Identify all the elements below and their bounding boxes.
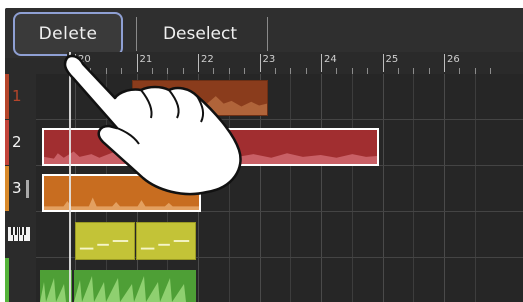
waveform (74, 276, 186, 302)
track-color-strip (5, 74, 9, 119)
grid-line (351, 74, 353, 302)
waveform (40, 278, 66, 302)
region-track-4a[interactable] (75, 222, 135, 260)
toolbar-divider (267, 17, 268, 51)
tap-hand-icon (63, 54, 242, 196)
track-header-5[interactable] (5, 258, 36, 302)
track-number: 3 (12, 179, 22, 197)
piano-keys-icon (8, 227, 30, 241)
midi-notes (79, 240, 129, 250)
grid-line (413, 74, 415, 302)
ruler-bar-line (382, 54, 384, 72)
ruler-bar-number: 24 (324, 54, 337, 65)
toolbar-divider (136, 17, 137, 51)
ruler-bar-line (259, 54, 261, 72)
track-header-3[interactable]: 3 (5, 166, 36, 211)
grid-line (321, 74, 322, 302)
region-track-5b[interactable] (74, 270, 196, 302)
track-header-1[interactable]: 1 (5, 74, 36, 119)
track-number: 2 (12, 133, 22, 151)
track-number: 1 (12, 87, 22, 105)
ruler-bar-number: 26 (447, 54, 460, 65)
midi-notes (140, 240, 190, 250)
grid-line (444, 74, 445, 302)
ruler-bar-number: 23 (262, 54, 276, 65)
track-header-2[interactable]: 2 (5, 120, 36, 165)
grid-line (474, 74, 476, 302)
toolbar: Delete Deselect (5, 8, 523, 58)
ruler-bar-line (444, 54, 445, 72)
track-header-4[interactable] (5, 212, 36, 257)
track-color-strip (5, 258, 9, 302)
grid-line (290, 74, 292, 302)
grid-line (382, 74, 384, 302)
region-track-5a[interactable] (40, 270, 72, 302)
ruler-bar-line (321, 54, 322, 72)
level-meter (26, 180, 29, 198)
track-color-strip (5, 120, 9, 165)
track-color-strip (5, 166, 9, 211)
region-track-4b[interactable] (136, 222, 196, 260)
deselect-button[interactable]: Deselect (145, 12, 255, 56)
delete-button[interactable]: Delete (13, 12, 123, 56)
recorder-screen: Delete Deselect 20 21 22 23 24 25 26 1 2 3 (5, 8, 523, 302)
ruler-bar-number: 25 (385, 54, 399, 65)
